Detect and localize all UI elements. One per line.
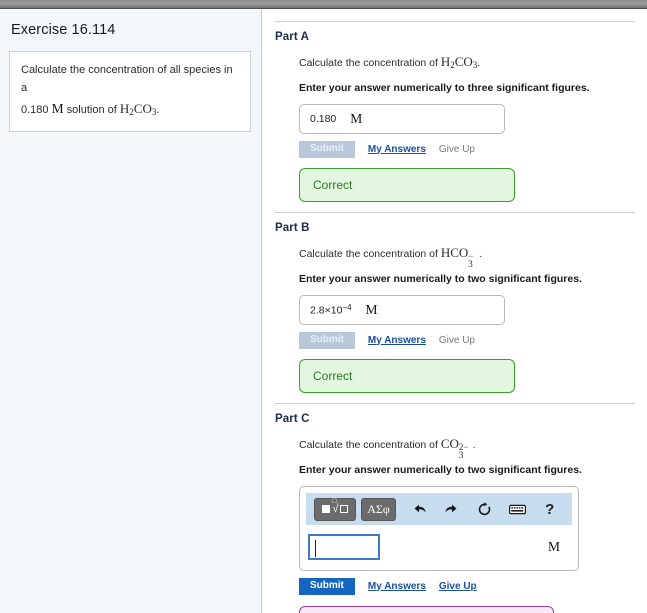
text-caret	[315, 540, 316, 557]
math-templates-icon[interactable]: □ √	[314, 497, 356, 521]
part-b-heading: Part B	[275, 222, 310, 234]
part-a-block: Part A Calculate the concentration of H2…	[263, 21, 647, 202]
exercise-sidebar: Exercise 16.114 Calculate the concentrat…	[0, 10, 262, 613]
part-c-prompt: Calculate the concentration of CO 2− 3 .	[299, 425, 647, 460]
redo-icon[interactable]	[438, 497, 467, 521]
part-a-prompt: Calculate the concentration of H2CO3.	[299, 43, 647, 70]
part-b-action-row: Submit My Answers Give Up	[299, 331, 647, 349]
help-icon[interactable]: ?	[535, 497, 564, 521]
part-a-prompt-text: Calculate the concentration of	[299, 57, 438, 69]
reset-icon[interactable]	[470, 497, 499, 521]
part-a-answer-field[interactable]: 0.180 M	[299, 104, 505, 134]
exercise-page: Exercise 16.114 Calculate the concentrat…	[0, 0, 647, 613]
part-a-give-up-link: Give Up	[438, 143, 475, 155]
question-unit: M	[51, 100, 64, 116]
part-b-submit-button[interactable]: Submit	[299, 331, 355, 349]
part-c-action-row: Submit My Answers Give Up	[299, 577, 647, 595]
part-b-my-answers-link[interactable]: My Answers	[368, 335, 426, 346]
math-toolbar: □ √ ΑΣφ ?	[306, 493, 572, 525]
part-b-prompt-text: Calculate the concentration of	[299, 248, 438, 260]
part-c-math-editor[interactable]: □ √ ΑΣφ ? M	[299, 486, 579, 571]
question-statement-box: Calculate the concentration of all speci…	[9, 51, 251, 133]
part-c-unit-label: M	[547, 539, 560, 554]
part-c-submit-button[interactable]: Submit	[299, 577, 355, 595]
part-c-feedback-incorrect: Incorrect; Try Again; 3 attempts remaini…	[299, 606, 554, 613]
part-b-prompt: Calculate the concentration of HCO −3 .	[299, 234, 647, 269]
part-a-my-answers-link[interactable]: My Answers	[368, 144, 426, 155]
question-prefix: Calculate the concentration of all speci…	[21, 64, 233, 94]
part-b-block: Part B Calculate the concentration of HC…	[263, 212, 647, 393]
part-b-unit-label: M	[365, 302, 378, 317]
part-a-heading: Part A	[275, 31, 310, 43]
greek-symbols-icon[interactable]: ΑΣφ	[361, 497, 396, 521]
part-c-block: Part C Calculate the concentration of CO…	[263, 403, 647, 613]
part-a-unit-label: M	[350, 111, 363, 126]
question-statement: Calculate the concentration of all speci…	[21, 62, 239, 119]
part-a-action-row: Submit My Answers Give Up	[299, 140, 647, 158]
part-c-prompt-text: Calculate the concentration of	[299, 439, 438, 451]
question-mid: solution of	[66, 103, 117, 116]
part-b-feedback-correct: Correct	[299, 359, 515, 393]
part-b-instruction: Enter your answer numerically to two sig…	[299, 273, 582, 285]
part-a-species-h2co3: H2CO3	[440, 54, 478, 70]
part-a-instruction: Enter your answer numerically to three s…	[299, 82, 590, 94]
part-b-prompt-suffix: .	[479, 248, 483, 260]
window-chrome-bar	[0, 0, 647, 9]
part-a-prompt-suffix: .	[477, 57, 481, 69]
question-formula-h2co3: H2CO3	[119, 100, 157, 117]
undo-icon[interactable]	[405, 497, 434, 521]
page-title: Exercise 16.114	[11, 22, 116, 38]
part-c-species-co3: CO 2− 3	[440, 436, 469, 460]
part-c-answer-input[interactable]	[308, 534, 380, 560]
part-c-instruction: Enter your answer numerically to two sig…	[299, 464, 582, 476]
part-b-species-hco3: HCO −3	[440, 245, 474, 269]
question-period: .	[156, 103, 160, 116]
part-c-prompt-suffix: .	[472, 439, 476, 451]
part-b-answer-value: 2.8×10−4	[310, 303, 352, 317]
part-b-give-up-link: Give Up	[438, 334, 475, 346]
part-a-feedback-correct: Correct	[299, 168, 515, 202]
part-c-heading: Part C	[275, 413, 310, 425]
part-b-answer-field[interactable]: 2.8×10−4 M	[299, 295, 505, 325]
question-value: 0.180	[21, 103, 49, 116]
part-a-submit-button[interactable]: Submit	[299, 140, 355, 158]
part-c-editor-row: M	[306, 525, 572, 562]
part-a-answer-value: 0.180	[310, 113, 337, 125]
part-c-my-answers-link[interactable]: My Answers	[368, 581, 426, 592]
parts-panel: Part A Calculate the concentration of H2…	[263, 10, 647, 613]
keyboard-icon[interactable]	[503, 497, 532, 521]
part-c-give-up-link[interactable]: Give Up	[439, 581, 477, 592]
